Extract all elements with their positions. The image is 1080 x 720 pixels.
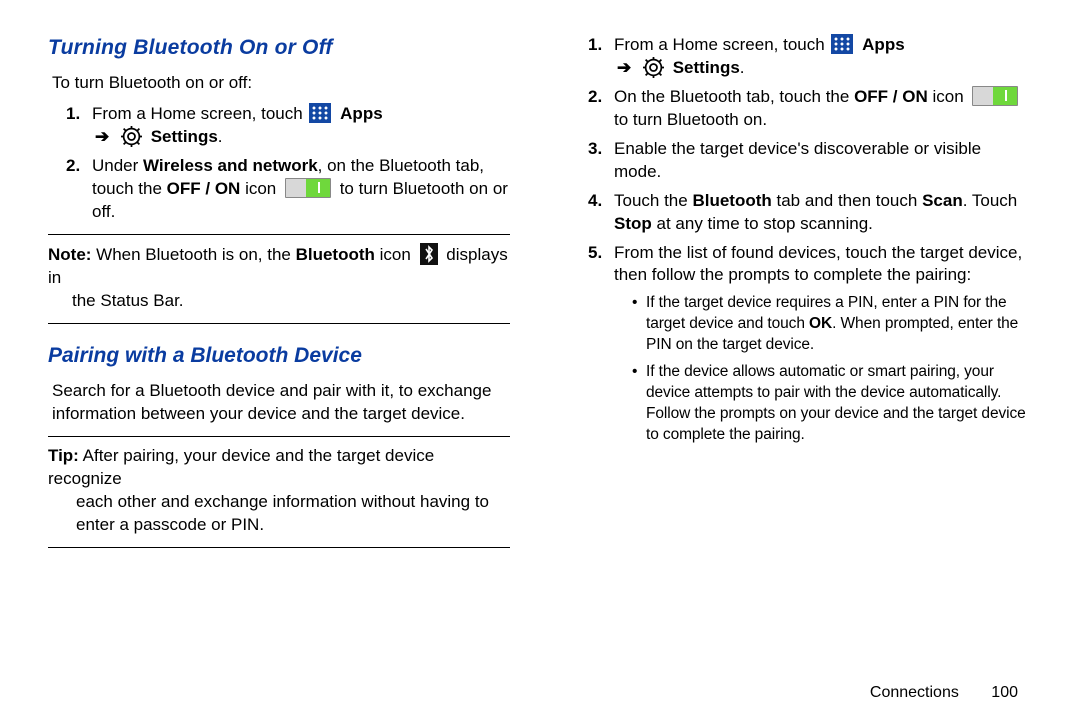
apps-icon [831, 34, 853, 54]
apps-label: Apps [862, 35, 905, 54]
bullet-pin: • If the target device requires a PIN, e… [632, 293, 1032, 356]
step-number: 1. [588, 34, 614, 80]
step-body: From the list of found devices, touch th… [614, 242, 1032, 288]
text: at any time to stop scanning. [652, 214, 873, 233]
bullet-body: If the target device requires a PIN, ent… [646, 293, 1032, 356]
toggle-on-icon [285, 178, 331, 198]
step-number: 5. [588, 242, 614, 288]
divider [48, 234, 510, 235]
intro-text: To turn Bluetooth on or off: [52, 72, 510, 95]
tip-continuation: each other and exchange information with… [76, 491, 510, 537]
settings-icon [121, 126, 142, 147]
bullet-dot: • [632, 362, 646, 446]
footer-section: Connections [870, 684, 959, 701]
bullet-dot: • [632, 293, 646, 356]
step-number: 4. [588, 190, 614, 236]
bold-text: OFF / ON [854, 87, 928, 106]
text: Touch the [614, 191, 692, 210]
bullet-auto-pair: • If the device allows automatic or smar… [632, 362, 1032, 446]
bold-text: Scan [922, 191, 963, 210]
divider [48, 436, 510, 437]
left-column: Turning Bluetooth On or Off To turn Blue… [48, 34, 510, 708]
toggle-on-icon [972, 86, 1018, 106]
step-body: Touch the Bluetooth tab and then touch S… [614, 190, 1032, 236]
heading-turning-bluetooth: Turning Bluetooth On or Off [48, 34, 510, 62]
bold-text: Wireless and network [143, 156, 318, 175]
bold-text: Stop [614, 214, 652, 233]
settings-label: Settings [151, 127, 218, 146]
settings-label: Settings [673, 58, 740, 77]
right-step-3: 3. Enable the target device's discoverab… [588, 138, 1032, 184]
text: From a Home screen, touch [92, 104, 307, 123]
apps-icon [309, 103, 331, 123]
pairing-intro: Search for a Bluetooth device and pair w… [52, 380, 510, 426]
arrow-icon: ➔ [617, 57, 631, 80]
text: icon [928, 87, 969, 106]
footer-page-number: 100 [991, 684, 1018, 701]
right-column: 1. From a Home screen, touch Apps ➔ Sett… [570, 34, 1032, 708]
divider [48, 547, 510, 548]
apps-label: Apps [340, 104, 383, 123]
right-step-5: 5. From the list of found devices, touch… [588, 242, 1032, 288]
bold-text: Bluetooth [296, 245, 375, 264]
period: . [740, 58, 745, 77]
bluetooth-icon [420, 243, 438, 265]
settings-icon [643, 57, 664, 78]
text: . Touch [963, 191, 1018, 210]
tip-label: Tip: [48, 446, 79, 465]
right-step-1: 1. From a Home screen, touch Apps ➔ Sett… [588, 34, 1032, 80]
right-step-4: 4. Touch the Bluetooth tab and then touc… [588, 190, 1032, 236]
left-step-2: 2. Under Wireless and network, on the Bl… [66, 155, 510, 224]
note-continuation: the Status Bar. [72, 290, 510, 313]
text: icon [240, 179, 281, 198]
manual-page: Turning Bluetooth On or Off To turn Blue… [0, 0, 1080, 720]
text: Under [92, 156, 143, 175]
step-body: Enable the target device's discoverable … [614, 138, 1032, 184]
step-number: 2. [66, 155, 92, 224]
left-step-1: 1. From a Home screen, touch Apps ➔ Sett… [66, 103, 510, 149]
step-number: 1. [66, 103, 92, 149]
bold-text: Bluetooth [692, 191, 771, 210]
step-body: Under Wireless and network, on the Bluet… [92, 155, 510, 224]
text: icon [375, 245, 416, 264]
divider [48, 323, 510, 324]
step-number: 3. [588, 138, 614, 184]
text: When Bluetooth is on, the [91, 245, 295, 264]
note-block: Note: When Bluetooth is on, the Bluetoot… [48, 243, 510, 313]
arrow-icon: ➔ [95, 126, 109, 149]
step-body: On the Bluetooth tab, touch the OFF / ON… [614, 86, 1032, 132]
bullet-body: If the device allows automatic or smart … [646, 362, 1032, 446]
bold-text: OK [809, 315, 832, 332]
note-label: Note: [48, 245, 91, 264]
right-step-2: 2. On the Bluetooth tab, touch the OFF /… [588, 86, 1032, 132]
step-body: From a Home screen, touch Apps ➔ Setting… [92, 103, 510, 149]
text: After pairing, your device and the targe… [48, 446, 434, 488]
step-body: From a Home screen, touch Apps ➔ Setting… [614, 34, 1032, 80]
heading-pairing: Pairing with a Bluetooth Device [48, 342, 510, 370]
step-number: 2. [588, 86, 614, 132]
bold-text: OFF / ON [167, 179, 241, 198]
page-footer: Connections 100 [870, 684, 1018, 702]
text: to turn Bluetooth on. [614, 110, 767, 129]
period: . [218, 127, 223, 146]
text: From a Home screen, touch [614, 35, 829, 54]
text: On the Bluetooth tab, touch the [614, 87, 854, 106]
text: tab and then touch [772, 191, 922, 210]
tip-block: Tip: After pairing, your device and the … [48, 445, 510, 537]
